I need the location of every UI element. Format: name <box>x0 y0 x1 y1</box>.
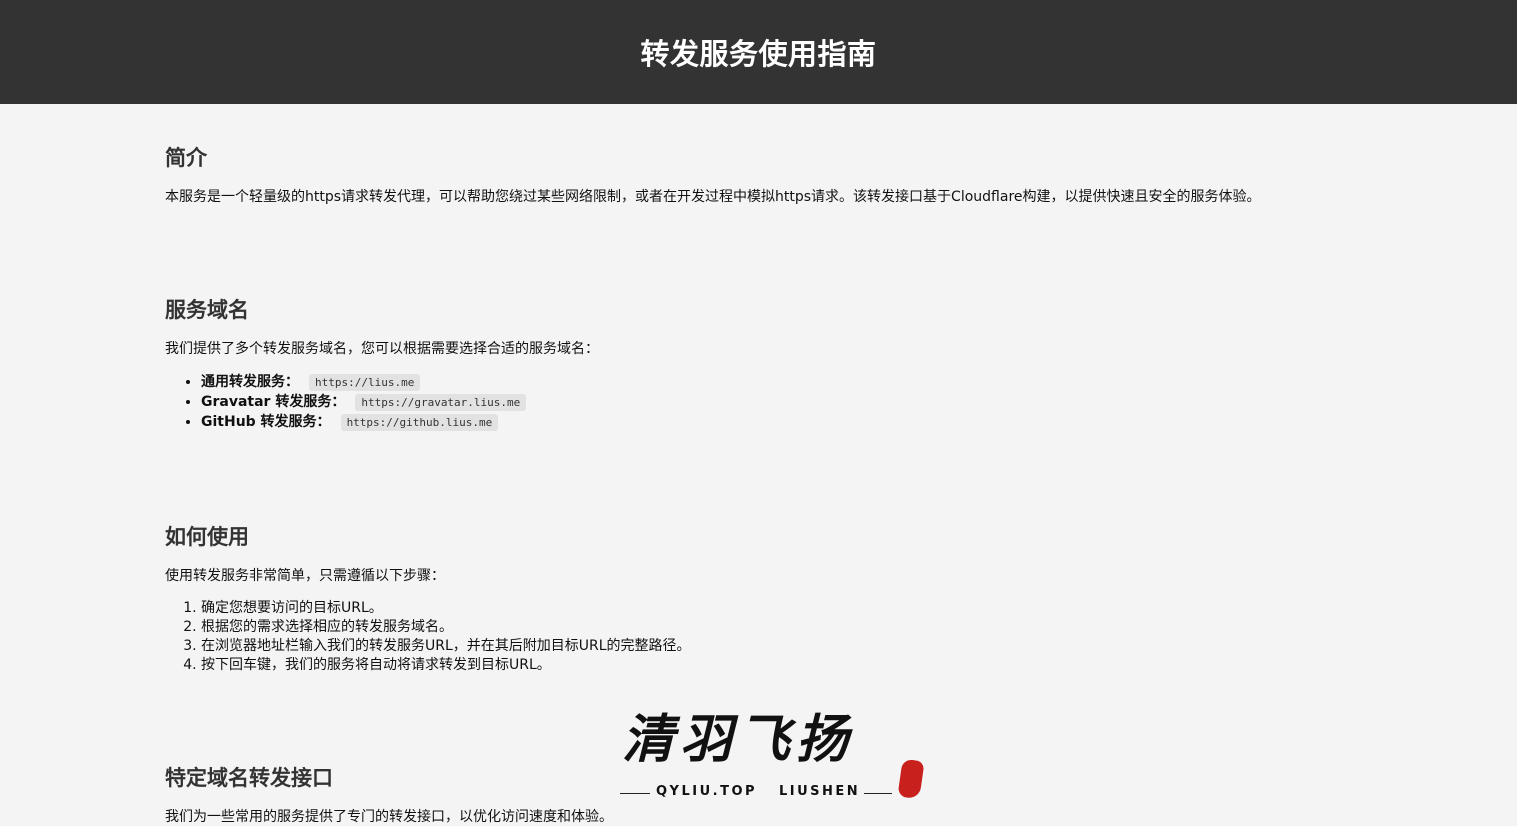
service-label: GitHub 转发服务： <box>201 414 331 430</box>
specific-heading: 特定域名转发接口 <box>165 766 333 790</box>
domain-list: 通用转发服务： https://lius.me Gravatar 转发服务： htt… <box>165 372 527 432</box>
intro-text: 本服务是一个轻量级的https请求转发代理，可以帮助您绕过某些网络限制，或者在开… <box>165 189 1261 205</box>
list-item: GitHub 转发服务： https://github.lius.me <box>201 412 526 432</box>
service-url: https://github.lius.me <box>340 414 499 431</box>
usage-steps: 确定您想要访问的目标URL。 根据您的需求选择相应的转发服务域名。 在浏览器地址… <box>165 599 691 675</box>
domains-text: 我们提供了多个转发服务域名，您可以根据需要选择合适的服务域名： <box>165 341 599 357</box>
intro-heading: 简介 <box>165 146 207 170</box>
list-item: 按下回车键，我们的服务将自动将请求转发到目标URL。 <box>201 656 691 675</box>
usage-text: 使用转发服务非常简单，只需遵循以下步骤： <box>165 568 445 584</box>
page-title: 转发服务使用指南 <box>640 37 877 71</box>
usage-heading: 如何使用 <box>165 525 249 549</box>
list-item: 根据您的需求选择相应的转发服务域名。 <box>201 618 691 637</box>
specific-text: 我们为一些常用的服务提供了专门的转发接口，以优化访问速度和体验。 <box>165 809 613 825</box>
watermark-divider <box>620 793 650 794</box>
service-url: https://lius.me <box>309 374 421 391</box>
seal-stamp-icon <box>897 758 925 800</box>
domains-heading: 服务域名 <box>165 298 249 322</box>
watermark-divider <box>864 793 892 794</box>
watermark-logo: 清羽飞扬 QYLIU.TOP LIUSHEN <box>618 708 928 808</box>
service-label: 通用转发服务： <box>201 374 299 390</box>
watermark-calligraphy: 清羽飞扬 <box>622 709 855 770</box>
list-item: 在浏览器地址栏输入我们的转发服务URL，并在其后附加目标URL的完整路径。 <box>201 637 691 656</box>
watermark-site: QYLIU.TOP <box>656 784 758 799</box>
page-header: 转发服务使用指南 <box>0 0 1517 104</box>
watermark-author: LIUSHEN <box>779 784 861 799</box>
list-item: 确定您想要访问的目标URL。 <box>201 599 691 618</box>
list-item: 通用转发服务： https://lius.me <box>201 372 526 392</box>
list-item: Gravatar 转发服务： https://gravatar.lius.me <box>201 392 527 412</box>
service-label: Gravatar 转发服务： <box>201 394 346 410</box>
service-url: https://gravatar.lius.me <box>355 394 527 411</box>
